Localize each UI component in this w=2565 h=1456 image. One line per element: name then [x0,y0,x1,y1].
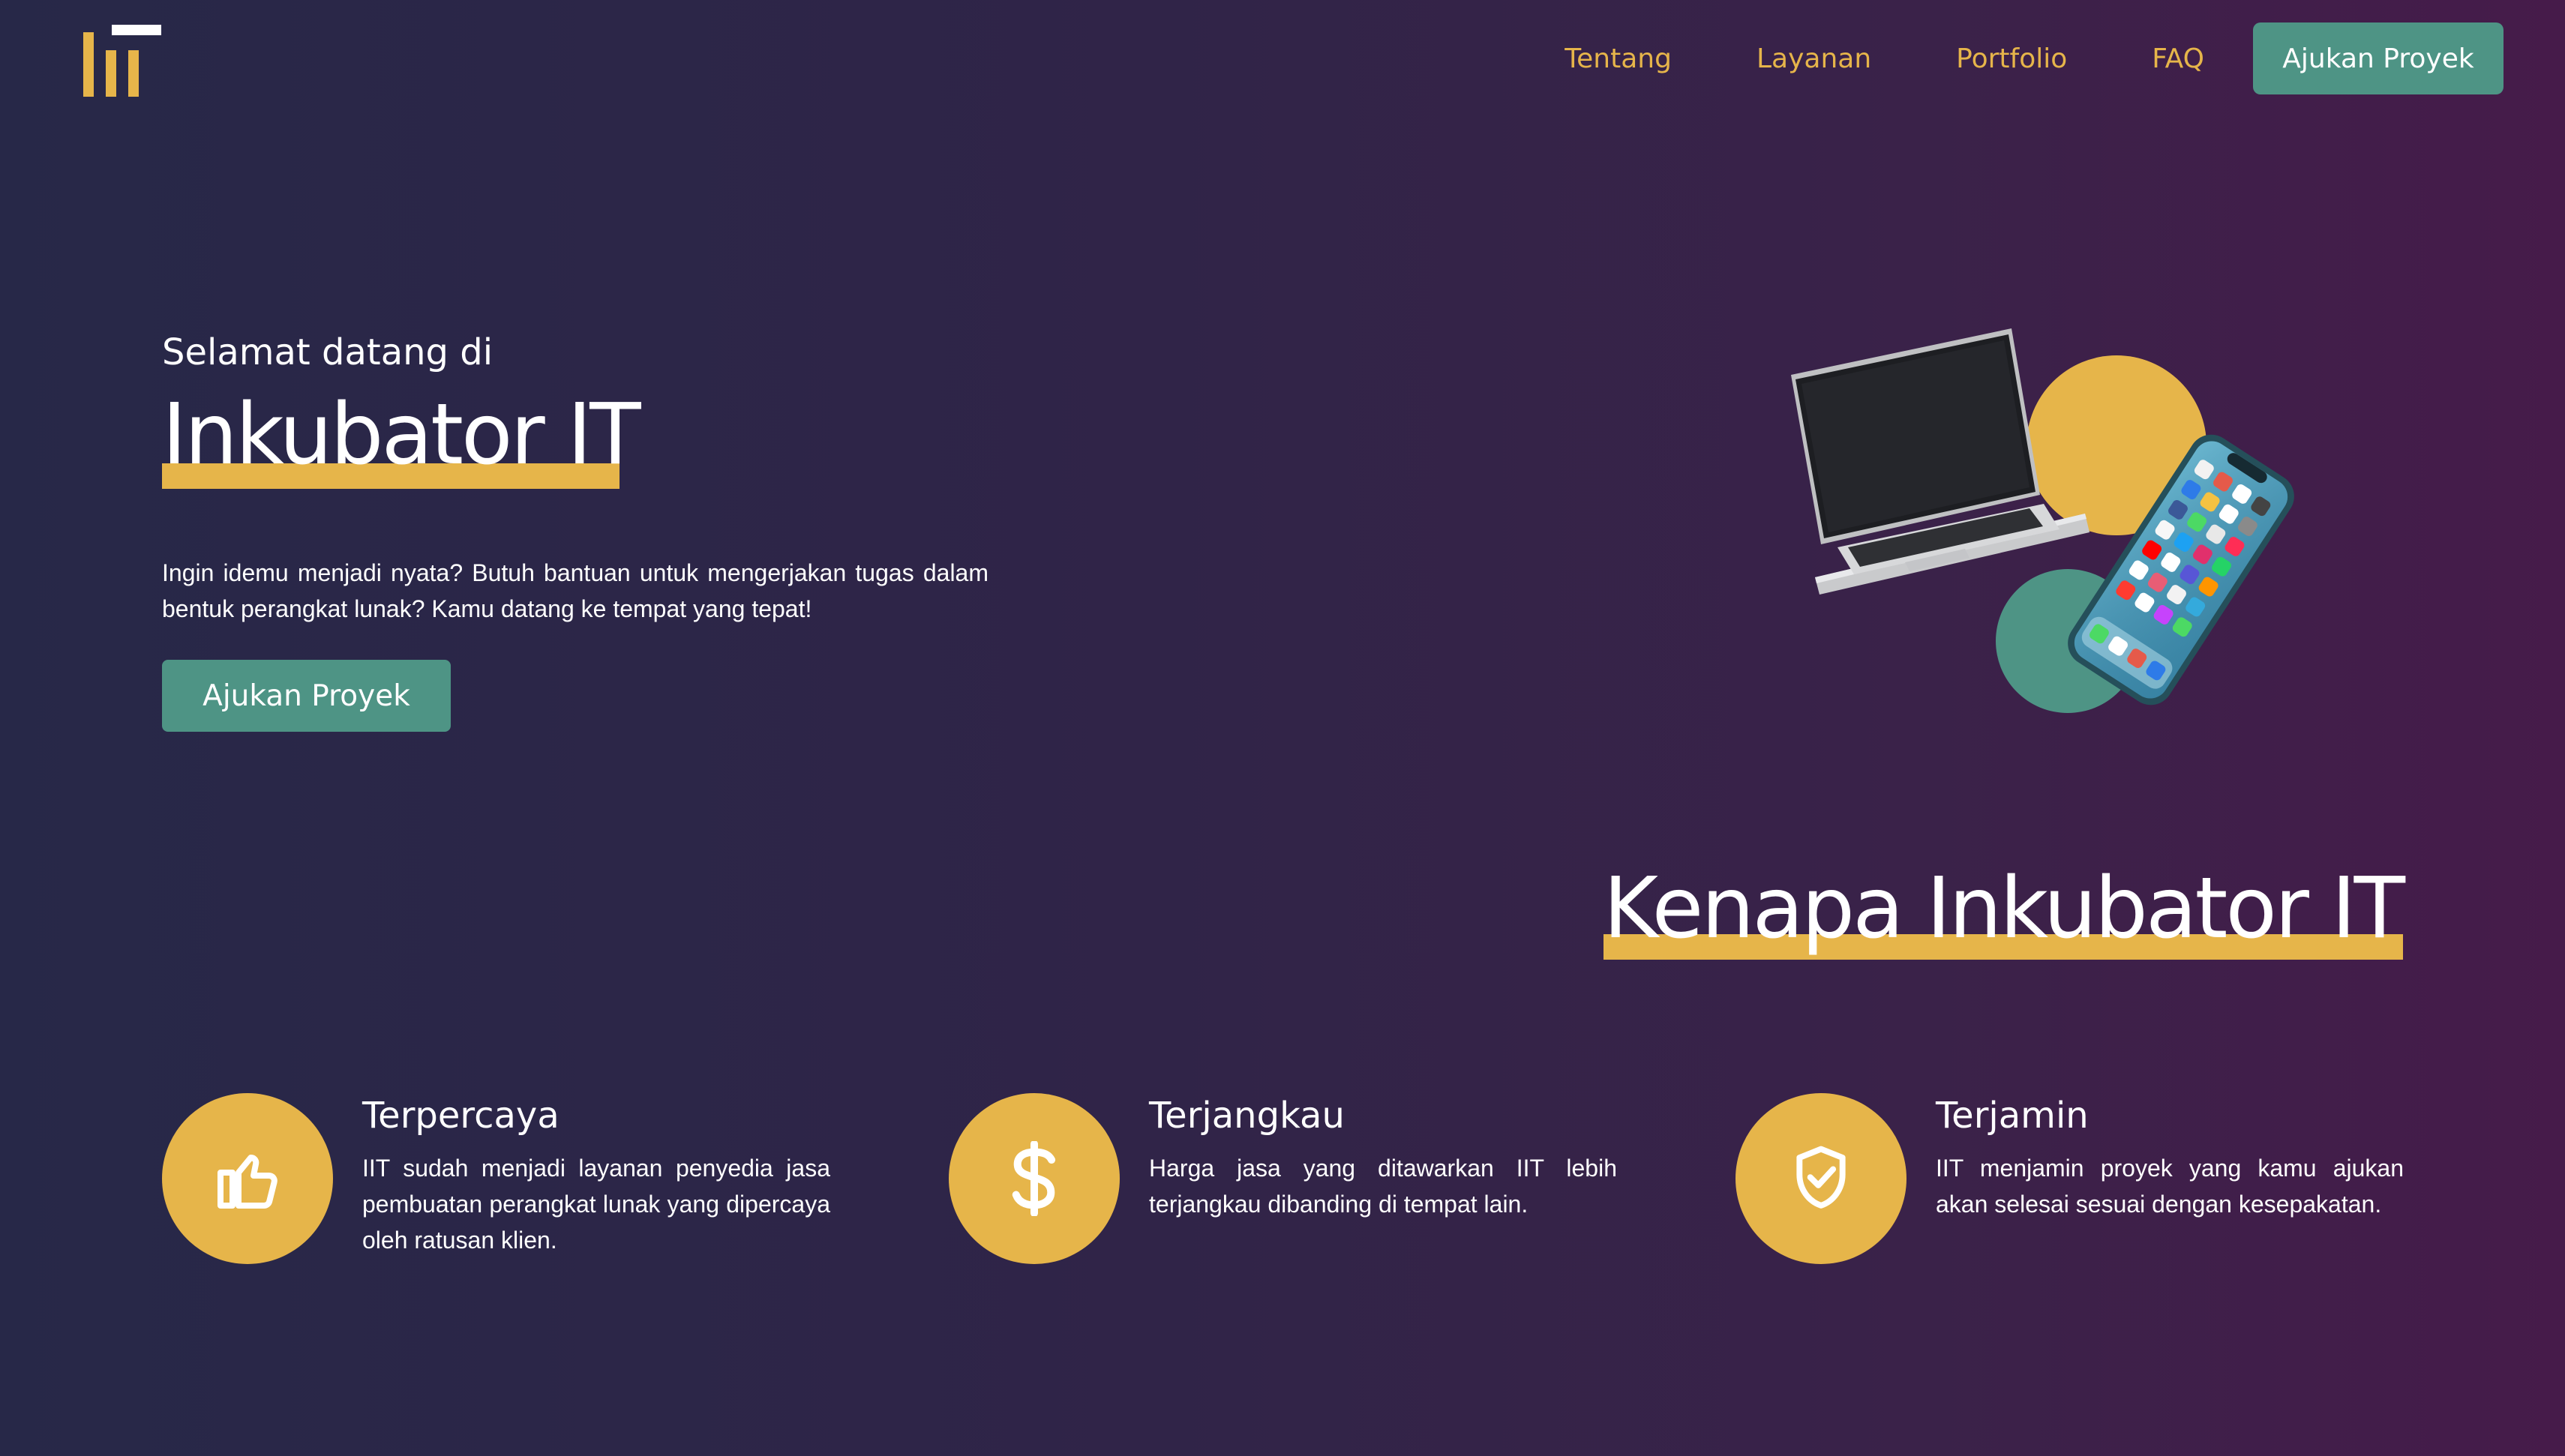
logo-bar [128,50,139,97]
nav-ajukan-proyek-button[interactable]: Ajukan Proyek [2253,22,2504,94]
feature-text: IIT menjamin proyek yang kamu ajukan aka… [1936,1155,2404,1218]
shield-check-icon [1796,1146,1846,1209]
hero-welcome-text: Selamat datang di [162,331,494,373]
hero-description: Ingin idemu menjadi nyata? Butuh bantuan… [162,559,988,622]
feature-icon-circle [949,1093,1120,1264]
logo-bar [83,32,94,97]
hero-title-block: Inkubator IT [162,386,641,489]
nav-link-faq[interactable]: FAQ [2152,43,2204,74]
feature-icon-circle [162,1093,333,1264]
why-title: Kenapa Inkubator IT [1603,860,2405,957]
nav-link-layanan[interactable]: Layanan [1756,43,1871,74]
logo-top-bar [112,25,161,35]
main-nav: Tentang Layanan Portfolio FAQ Ajukan Pro… [1564,22,2504,94]
hero-illustration [1785,322,2294,757]
feature-terjamin: Terjamin IIT menjamin proyek yang kamu a… [1736,1093,2404,1273]
feature-title: Terpercaya [362,1095,560,1137]
iit-logo[interactable] [83,25,161,97]
hero-ajukan-proyek-button[interactable]: Ajukan Proyek [162,660,451,732]
feature-text: IIT sudah menjadi layanan penyedia jasa … [362,1155,830,1254]
nav-link-portfolio[interactable]: Portfolio [1956,43,2067,74]
dollar-icon [1012,1141,1056,1216]
feature-title: Terjangkau [1149,1095,1345,1137]
feature-icon-circle [1736,1093,1906,1264]
thumbs-up-icon [218,1155,278,1209]
feature-title: Terjamin [1936,1095,2089,1137]
nav-link-tentang[interactable]: Tentang [1564,43,1672,74]
logo-bar [106,50,116,97]
feature-terjangkau: Terjangkau Harga jasa yang ditawarkan II… [949,1093,1618,1273]
devices-illustration [1791,328,2294,713]
why-title-block: Kenapa Inkubator IT [1603,860,2405,960]
hero-title: Inkubator IT [162,386,641,484]
feature-text: Harga jasa yang ditawarkan IIT lebih ter… [1149,1155,1617,1218]
feature-terpercaya: Terpercaya IIT sudah menjadi layanan pen… [162,1093,831,1273]
